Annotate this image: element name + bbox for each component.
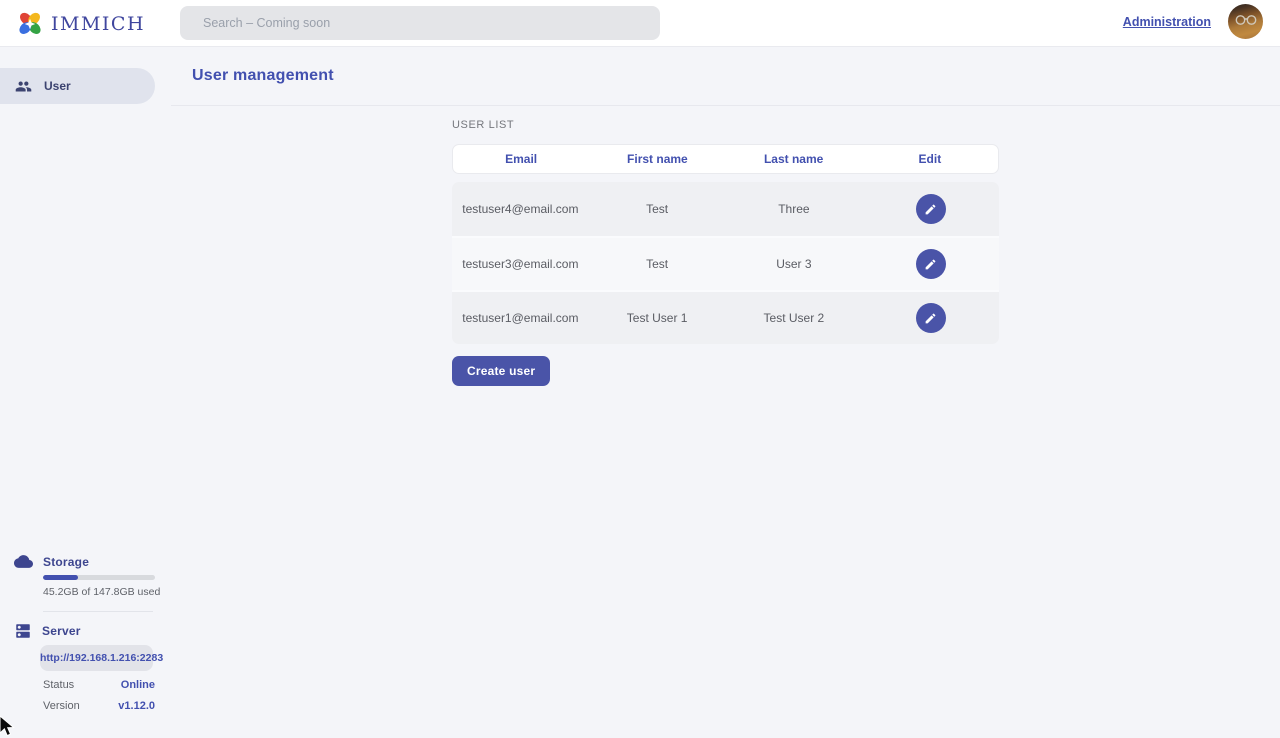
cell-edit <box>862 249 999 279</box>
version-label: Version <box>43 700 80 713</box>
section-title: USER LIST <box>452 119 1280 131</box>
server-version-row: Version v1.12.0 <box>43 700 155 713</box>
table-header-row: Email First name Last name Edit <box>452 144 999 174</box>
cell-last-name: Three <box>726 202 863 216</box>
cell-first-name: Test <box>589 257 726 271</box>
edit-user-button[interactable] <box>916 249 946 279</box>
version-value: v1.12.0 <box>118 700 155 713</box>
cell-last-name: Test User 2 <box>726 311 863 325</box>
glasses-photo-detail <box>1234 14 1258 26</box>
sidebar-divider <box>43 611 153 612</box>
table-body: testuser4@email.com Test Three testuser3… <box>452 182 999 344</box>
pencil-icon <box>924 258 937 271</box>
cell-last-name: User 3 <box>726 257 863 271</box>
main-content: User management USER LIST Email First na… <box>171 47 1280 730</box>
user-table: Email First name Last name Edit testuser… <box>452 144 999 344</box>
edit-user-button[interactable] <box>916 303 946 333</box>
brand-title: IMMICH <box>51 13 145 35</box>
status-label: Status <box>43 679 74 692</box>
sidebar-item-user[interactable]: User <box>0 68 155 104</box>
sidebar-footer: Storage 45.2GB of 147.8GB used Server ht… <box>0 552 171 713</box>
server-title: Server <box>42 624 81 638</box>
cell-email: testuser4@email.com <box>452 202 589 216</box>
pencil-icon <box>924 203 937 216</box>
storage-title: Storage <box>43 555 89 569</box>
storage-progress-bar <box>43 575 155 580</box>
server-icon <box>14 622 32 640</box>
cell-first-name: Test <box>589 202 726 216</box>
storage-usage-text: 45.2GB of 147.8GB used <box>43 587 171 598</box>
server-url-chip: http://192.168.1.216:2283 <box>40 645 153 671</box>
table-row: testuser3@email.com Test User 3 <box>452 236 999 290</box>
table-row: testuser1@email.com Test User 1 Test Use… <box>452 290 999 344</box>
cell-email: testuser1@email.com <box>452 311 589 325</box>
table-row: testuser4@email.com Test Three <box>452 182 999 236</box>
server-status-row: Status Online <box>43 679 155 692</box>
users-icon <box>15 78 32 95</box>
admin-sidebar: User Storage 45.2GB of 147.8GB used Serv… <box>0 47 171 730</box>
immich-logo[interactable]: IMMICH <box>16 8 145 39</box>
page-title: User management <box>192 67 334 85</box>
cell-email: testuser3@email.com <box>452 257 589 271</box>
column-header-last-name: Last name <box>726 152 862 166</box>
user-avatar[interactable] <box>1228 4 1263 39</box>
pencil-icon <box>924 312 937 325</box>
server-section-header: Server <box>0 621 171 640</box>
status-value: Online <box>121 679 155 692</box>
storage-section-header: Storage <box>0 552 171 571</box>
storage-progress-fill <box>43 575 78 580</box>
create-user-button[interactable]: Create user <box>452 356 550 386</box>
immich-flower-icon <box>16 10 44 38</box>
column-header-edit: Edit <box>862 152 998 166</box>
cloud-icon <box>14 552 33 571</box>
sidebar-item-label: User <box>44 79 71 93</box>
user-list-section: USER LIST Email First name Last name Edi… <box>171 106 1280 386</box>
cell-edit <box>862 194 999 224</box>
column-header-email: Email <box>453 152 589 166</box>
administration-link[interactable]: Administration <box>1123 15 1211 29</box>
search-input[interactable] <box>180 6 660 40</box>
page-header: User management <box>171 47 1280 106</box>
cell-first-name: Test User 1 <box>589 311 726 325</box>
cell-edit <box>862 303 999 333</box>
edit-user-button[interactable] <box>916 194 946 224</box>
top-navbar: IMMICH Administration <box>0 0 1280 47</box>
column-header-first-name: First name <box>589 152 725 166</box>
